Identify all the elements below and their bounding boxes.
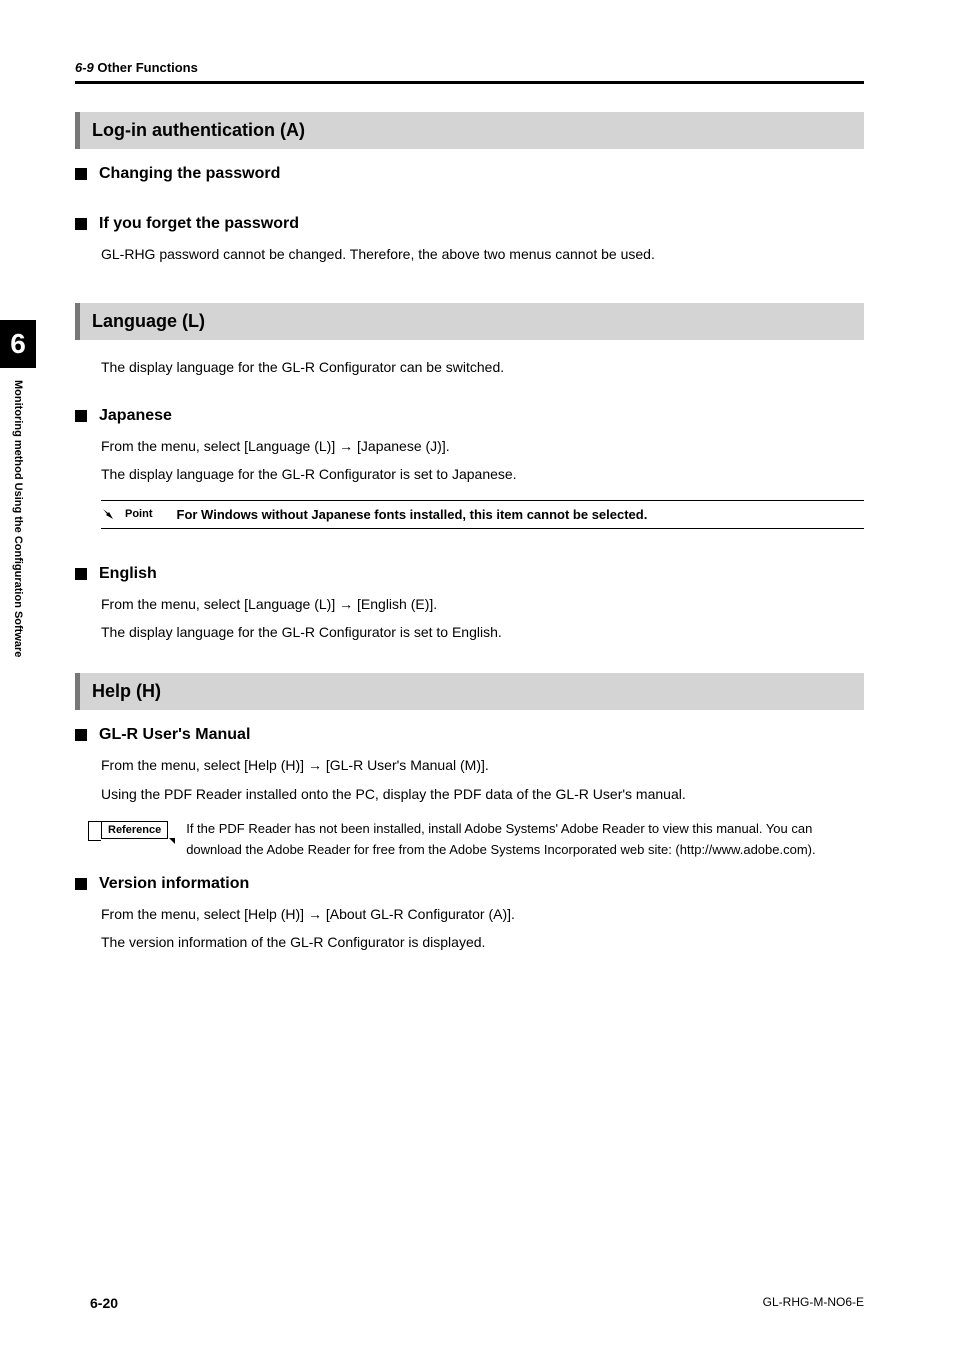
point-text: For Windows without Japanese fonts insta…	[177, 507, 648, 522]
point-callout: Point For Windows without Japanese fonts…	[101, 500, 864, 529]
bullet-icon	[75, 218, 87, 230]
body-text: The display language for the GL-R Config…	[101, 621, 864, 643]
body-text: The display language for the GL-R Config…	[101, 356, 864, 378]
sub-heading-users-manual: GL-R User's Manual	[75, 726, 864, 744]
header-section-title: Other Functions	[97, 60, 197, 75]
chapter-side-label: Monitoring method Using the Configuratio…	[0, 375, 36, 725]
chapter-tab: 6	[0, 320, 36, 368]
sub-heading-text: English	[99, 565, 157, 583]
page-header: 6-9 Other Functions	[75, 60, 864, 84]
sub-heading-text: Version information	[99, 875, 249, 893]
sub-heading-text: Japanese	[99, 407, 172, 425]
sub-heading-changing-password: Changing the password	[75, 165, 864, 183]
bullet-icon	[75, 729, 87, 741]
page-footer: 6-20 GL-RHG-M-NO6-E	[90, 1295, 864, 1311]
bullet-icon	[75, 168, 87, 180]
document-id: GL-RHG-M-NO6-E	[763, 1295, 864, 1311]
body-text: GL-RHG password cannot be changed. There…	[101, 243, 864, 265]
sub-heading-text: Changing the password	[99, 165, 280, 183]
body-text: Using the PDF Reader installed onto the …	[101, 783, 864, 805]
reference-label: Reference	[101, 821, 168, 839]
header-section-number: 6-9	[75, 60, 94, 75]
reference-text: If the PDF Reader has not been installed…	[186, 819, 864, 861]
sub-heading-english: English	[75, 565, 864, 583]
reference-callout: Reference If the PDF Reader has not been…	[101, 819, 864, 861]
bullet-icon	[75, 410, 87, 422]
body-text: From the menu, select [Language (L)] → […	[101, 435, 864, 457]
sub-heading-japanese: Japanese	[75, 407, 864, 425]
sub-heading-text: If you forget the password	[99, 215, 299, 233]
page-number: 6-20	[90, 1295, 118, 1311]
body-text: The version information of the GL-R Conf…	[101, 931, 864, 953]
point-label: Point	[125, 508, 153, 520]
section-heading-language: Language (L)	[75, 303, 864, 340]
sub-heading-text: GL-R User's Manual	[99, 726, 250, 744]
bullet-icon	[75, 568, 87, 580]
body-text: The display language for the GL-R Config…	[101, 463, 864, 485]
body-text: From the menu, select [Help (H)] → [Abou…	[101, 903, 864, 925]
section-heading-login: Log-in authentication (A)	[75, 112, 864, 149]
body-text: From the menu, select [Help (H)] → [GL-R…	[101, 754, 864, 776]
point-icon	[101, 507, 115, 521]
sub-heading-version-info: Version information	[75, 875, 864, 893]
sub-heading-forget-password: If you forget the password	[75, 215, 864, 233]
body-text: From the menu, select [Language (L)] → […	[101, 593, 864, 615]
section-heading-help: Help (H)	[75, 673, 864, 710]
bullet-icon	[75, 878, 87, 890]
header-divider	[75, 81, 864, 84]
